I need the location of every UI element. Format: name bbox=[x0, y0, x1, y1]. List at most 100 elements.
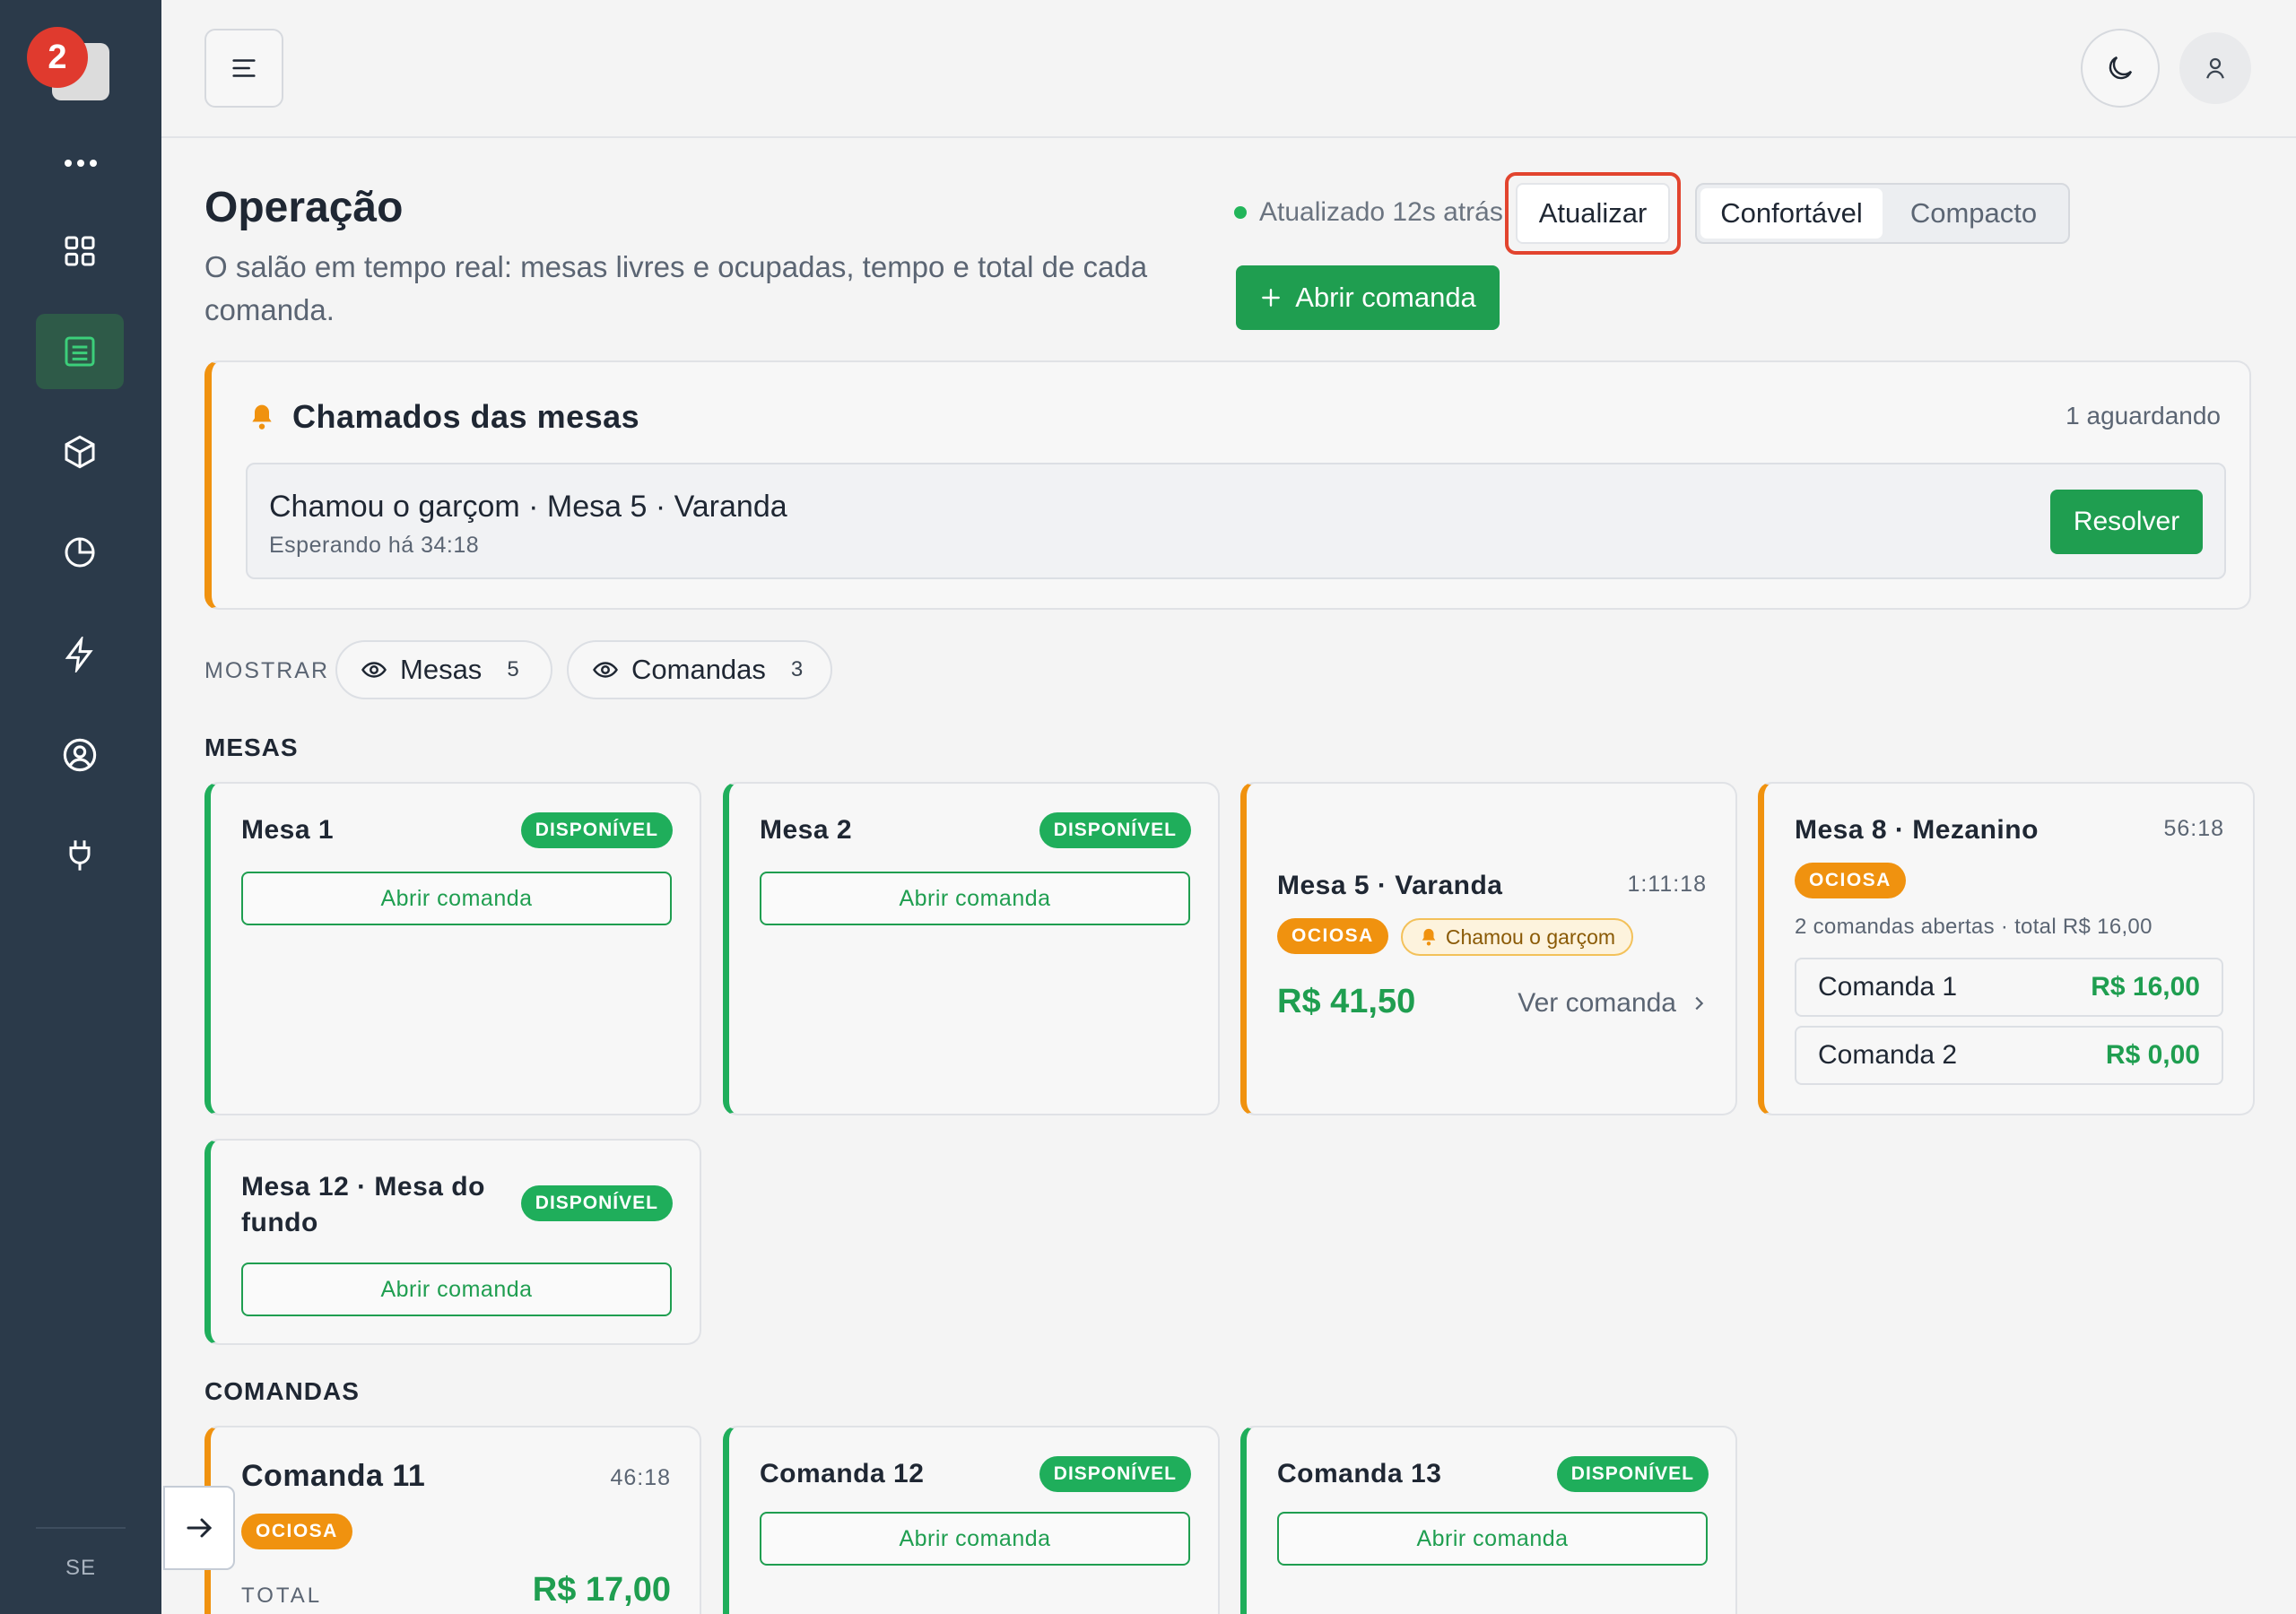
sidebar-item-products[interactable] bbox=[36, 414, 124, 490]
table-calls-panel: Chamados das mesas 1 aguardando Chamou o… bbox=[204, 360, 2251, 610]
order-total: R$ 17,00 bbox=[532, 1571, 671, 1609]
filter-mesas-label: Mesas bbox=[400, 654, 483, 685]
mesa-title: Mesa 2 bbox=[760, 815, 853, 845]
menu-button[interactable] bbox=[204, 29, 283, 108]
open-order-button[interactable]: Abrir comanda bbox=[241, 872, 672, 925]
call-item-wait: Esperando há 34:18 bbox=[269, 533, 480, 558]
sidebar-item-profile[interactable] bbox=[36, 717, 124, 793]
calls-title: Chamados das mesas bbox=[292, 398, 640, 435]
filter-mesas-count: 5 bbox=[507, 657, 519, 681]
call-waiter-chip: Chamou o garçom bbox=[1400, 918, 1634, 956]
chevron-right-icon bbox=[1695, 996, 1704, 1011]
sidebar-footer-label: SE bbox=[65, 1556, 96, 1580]
box-icon bbox=[65, 435, 95, 469]
sidebar-item-orders[interactable] bbox=[36, 314, 124, 389]
filter-comandas-toggle[interactable]: Comandas 3 bbox=[567, 640, 832, 699]
refresh-button[interactable]: Atualizar bbox=[1516, 183, 1670, 244]
comandas-section-title: COMANDAS bbox=[204, 1377, 360, 1405]
calls-count: 1 aguardando bbox=[2066, 402, 2221, 430]
status-badge: OCIOSA bbox=[1277, 918, 1388, 954]
open-order-button[interactable]: Abrir comanda bbox=[760, 1512, 1190, 1566]
mesa-title: Mesa 1 bbox=[241, 815, 335, 845]
sidebar-item-dashboard[interactable] bbox=[36, 213, 124, 289]
orders-summary: 2 comandas abertas · total R$ 16,00 bbox=[1795, 915, 2152, 939]
orders-icon bbox=[65, 336, 95, 367]
open-order-button[interactable]: Abrir comanda bbox=[1277, 1512, 1708, 1566]
mesa-title: Mesa 5 · Varanda bbox=[1277, 871, 1503, 900]
pie-chart-icon bbox=[65, 537, 95, 568]
elapsed-time: 46:18 bbox=[610, 1465, 671, 1490]
eye-icon bbox=[593, 662, 618, 678]
mesas-section-title: MESAS bbox=[204, 733, 299, 761]
user-circle-icon bbox=[63, 738, 97, 772]
order-total: R$ 41,50 bbox=[1277, 983, 1416, 1020]
density-comfortable-option[interactable]: Confortável bbox=[1700, 188, 1883, 239]
dashboard-icon bbox=[65, 236, 95, 266]
show-filter-label: MOSTRAR bbox=[204, 658, 329, 683]
menu-icon bbox=[232, 59, 256, 77]
theme-toggle-button[interactable] bbox=[2081, 29, 2160, 108]
sub-order-row[interactable]: Comanda 1 R$ 16,00 bbox=[1795, 958, 2223, 1017]
sidebar-divider bbox=[36, 1527, 126, 1529]
mesa-card-12[interactable]: Mesa 12 · Mesa do fundo DISPONÍVEL Abrir… bbox=[204, 1139, 701, 1345]
eye-icon bbox=[361, 662, 387, 678]
plus-icon bbox=[1262, 289, 1281, 307]
density-compact-option[interactable]: Compacto bbox=[1883, 188, 2065, 239]
user-menu-button[interactable] bbox=[2179, 32, 2251, 104]
open-order-button[interactable]: Abrir comanda bbox=[1236, 265, 1500, 330]
status-badge: OCIOSA bbox=[241, 1514, 352, 1549]
calls-header: Chamados das mesas bbox=[248, 398, 639, 436]
comanda-card-11[interactable]: Comanda 11 46:18 OCIOSA TOTAL R$ 17,00 bbox=[204, 1426, 701, 1614]
filter-comandas-count: 3 bbox=[790, 657, 804, 681]
filter-mesas-toggle[interactable]: Mesas 5 bbox=[335, 640, 552, 699]
mesa-card-5[interactable]: Mesa 5 · Varanda 1:11:18 OCIOSA Chamou o… bbox=[1240, 782, 1737, 1115]
sub-order-label: Comanda 2 bbox=[1818, 1040, 1958, 1070]
mesa-card-8[interactable]: Mesa 8 · Mezanino 56:18 OCIOSA 2 comanda… bbox=[1758, 782, 2255, 1115]
status-badge: OCIOSA bbox=[1795, 863, 1906, 898]
resolve-button[interactable]: Resolver bbox=[2050, 490, 2203, 554]
call-waiter-label: Chamou o garçom bbox=[1445, 924, 1616, 949]
bolt-icon bbox=[65, 637, 93, 672]
more-icon[interactable] bbox=[52, 143, 109, 183]
call-item-title: Chamou o garçom · Mesa 5 · Varanda bbox=[269, 490, 787, 524]
comanda-card-12[interactable]: Comanda 12 DISPONÍVEL Abrir comanda bbox=[723, 1426, 1220, 1614]
sidebar-item-integrations[interactable] bbox=[36, 818, 124, 893]
moon-icon bbox=[2109, 56, 2133, 80]
density-toggle: Confortável Compacto bbox=[1695, 183, 2070, 244]
live-dot-icon bbox=[1234, 206, 1247, 219]
mesa-card-2[interactable]: Mesa 2 DISPONÍVEL Abrir comanda bbox=[723, 782, 1220, 1115]
sidebar-item-reports[interactable] bbox=[36, 515, 124, 590]
status-badge: DISPONÍVEL bbox=[1039, 812, 1191, 848]
comanda-title: Comanda 11 bbox=[241, 1459, 426, 1493]
sidebar-item-actions[interactable] bbox=[36, 617, 124, 692]
page-subtitle: O salão em tempo real: mesas livres e oc… bbox=[204, 250, 1148, 326]
mesa-card-1[interactable]: Mesa 1 DISPONÍVEL Abrir comanda bbox=[204, 782, 701, 1115]
comanda-badges: OCIOSA bbox=[241, 1514, 352, 1549]
mesa-title: Mesa 12 · Mesa do fundo bbox=[241, 1172, 485, 1237]
plug-icon bbox=[69, 840, 91, 871]
status-badge: DISPONÍVEL bbox=[520, 1185, 673, 1221]
mesa-title: Mesa 8 · Mezanino bbox=[1795, 815, 2039, 845]
open-order-button[interactable]: Abrir comanda bbox=[241, 1263, 672, 1316]
comanda-card-13[interactable]: Comanda 13 DISPONÍVEL Abrir comanda bbox=[1240, 1426, 1737, 1614]
status-badge: DISPONÍVEL bbox=[1039, 1456, 1191, 1492]
total-label: TOTAL bbox=[241, 1584, 323, 1608]
elapsed-time: 1:11:18 bbox=[1627, 872, 1707, 897]
notification-badge: 2 bbox=[27, 27, 88, 88]
mesa-badges: OCIOSA Chamou o garçom bbox=[1277, 918, 1634, 956]
call-item: Chamou o garçom · Mesa 5 · Varanda Esper… bbox=[246, 463, 2226, 579]
mesa-badges: OCIOSA bbox=[1795, 863, 1906, 898]
sub-order-value: R$ 0,00 bbox=[2105, 1040, 2200, 1070]
open-order-button[interactable]: Abrir comanda bbox=[760, 872, 1190, 925]
open-order-label: Abrir comanda bbox=[1295, 282, 1476, 313]
update-status: Atualizado 12s atrás bbox=[1234, 197, 1503, 228]
expand-sidebar-button[interactable] bbox=[163, 1486, 235, 1570]
update-status-text: Atualizado 12s atrás bbox=[1259, 197, 1503, 227]
comanda-title: Comanda 13 bbox=[1277, 1459, 1442, 1488]
refresh-highlight: Atualizar bbox=[1505, 172, 1681, 255]
user-icon bbox=[2206, 57, 2224, 79]
arrow-right-icon bbox=[187, 1518, 213, 1538]
sub-order-row[interactable]: Comanda 2 R$ 0,00 bbox=[1795, 1026, 2223, 1085]
view-order-link[interactable]: Ver comanda bbox=[1518, 988, 1709, 1019]
status-badge: DISPONÍVEL bbox=[520, 812, 673, 848]
